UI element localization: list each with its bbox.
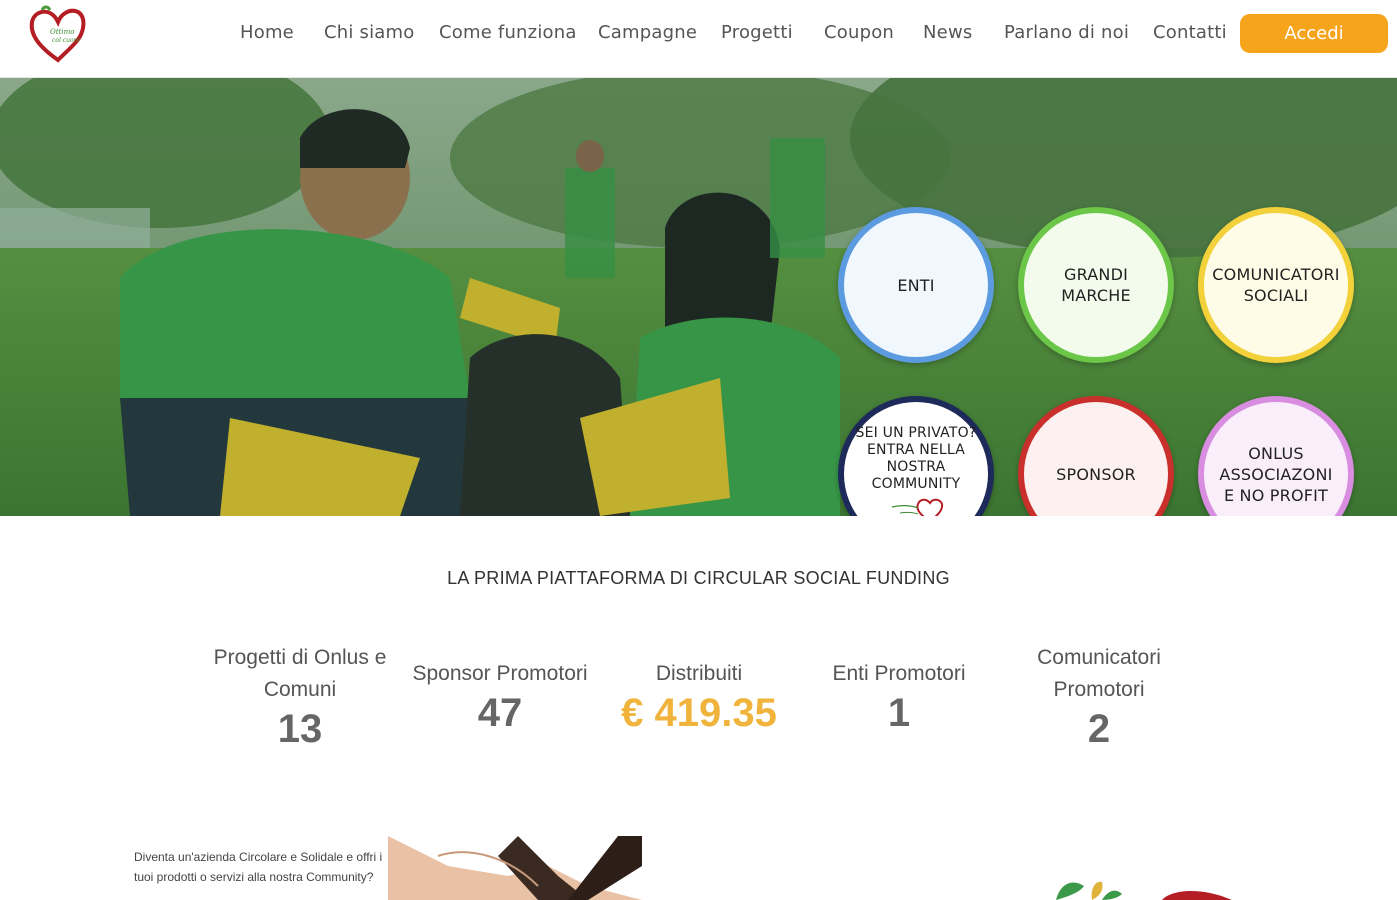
- stat-label: Comunicatori Promotori: [1037, 646, 1161, 701]
- circle-privato-label: SEI UN PRIVATO? ENTRA NELLA NOSTRA COMMU…: [855, 425, 977, 492]
- stat-enti-promotori: Enti Promotori 1: [799, 658, 999, 736]
- nav-coupon[interactable]: Coupon: [824, 22, 894, 43]
- tagline: LA PRIMA PIATTAFORMA DI CIRCULAR SOCIAL …: [447, 568, 950, 588]
- circle-enti-label: ENTI: [897, 275, 935, 295]
- circle-grandi-marche[interactable]: GRANDI MARCHE: [1018, 207, 1174, 363]
- circle-sponsor-label: SPONSOR: [1056, 464, 1136, 484]
- stat-progetti: Progetti di Onlus e Comuni 13: [200, 642, 400, 752]
- stat-sponsor-promotori: Sponsor Promotori 47: [400, 658, 600, 736]
- bottom-logo: [1050, 872, 1250, 900]
- nav-home[interactable]: Home: [240, 22, 294, 43]
- hands-image: [388, 836, 642, 900]
- stat-value: 47: [477, 691, 523, 735]
- nav-chi-siamo[interactable]: Chi siamo: [324, 22, 414, 43]
- login-button[interactable]: Accedi: [1240, 14, 1388, 53]
- circle-onlus-label: ONLUS ASSOCIAZONI E NO PROFIT: [1219, 443, 1333, 505]
- stat-distribuiti: Distribuiti € 419.35: [599, 658, 799, 736]
- svg-text:Ottimo: Ottimo: [50, 28, 74, 36]
- hero-background-image: [0, 78, 1397, 516]
- site-header: Ottimo col cuore Home Chi siamo Come fun…: [0, 0, 1397, 78]
- nav-campagne[interactable]: Campagne: [598, 22, 697, 43]
- stat-value: 13: [277, 707, 323, 751]
- circle-comunicatori-sociali[interactable]: COMUNICATORI SOCIALI: [1198, 207, 1354, 363]
- svg-text:col cuore: col cuore: [52, 37, 81, 44]
- stat-comunicatori-promotori: Comunicatori Promotori 2: [999, 642, 1199, 752]
- stat-value: 1: [887, 691, 911, 735]
- circle-enti[interactable]: ENTI: [838, 207, 994, 363]
- circle-comunicatori-label: COMUNICATORI SOCIALI: [1212, 265, 1340, 305]
- nav-news[interactable]: News: [923, 22, 972, 43]
- stat-value: 2: [1087, 707, 1111, 751]
- nav-contatti[interactable]: Contatti: [1153, 22, 1227, 43]
- community-logo: [891, 498, 944, 516]
- stat-label: Enti Promotori: [832, 662, 966, 685]
- circle-grandi-marche-label: GRANDI MARCHE: [1061, 265, 1131, 305]
- promo-text: Diventa un'azienda Circolare e Solidale …: [134, 850, 383, 884]
- stat-label: Progetti di Onlus e Comuni: [213, 646, 387, 701]
- nav-progetti[interactable]: Progetti: [721, 22, 793, 43]
- nav-come-funziona[interactable]: Come funziona: [439, 22, 577, 43]
- stat-label: Sponsor Promotori: [412, 662, 588, 685]
- nav-parlano-di-noi[interactable]: Parlano di noi: [1004, 22, 1129, 43]
- stat-value: € 419.35: [621, 691, 777, 735]
- hero-banner: ENTI GRANDI MARCHE COMUNICATORI SOCIALI …: [0, 78, 1397, 516]
- stat-label: Distribuiti: [655, 662, 743, 685]
- site-logo[interactable]: Ottimo col cuore: [28, 4, 88, 64]
